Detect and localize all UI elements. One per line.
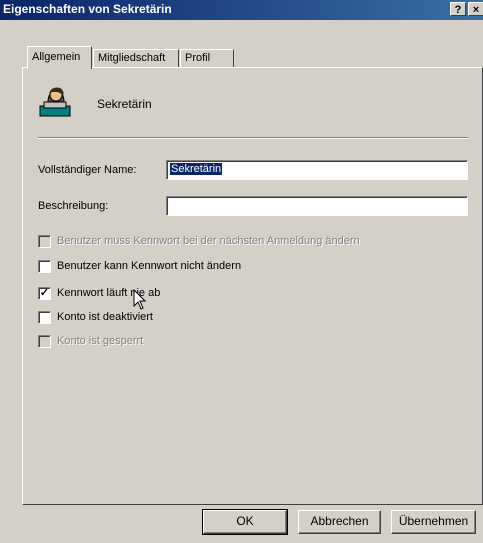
ok-button[interactable]: OK (202, 509, 288, 535)
fullname-value: Sekretärin (170, 163, 223, 175)
checkbox[interactable] (38, 335, 51, 348)
window-title: Eigenschaften von Sekretärin (3, 2, 172, 16)
apply-button[interactable]: Übernehmen (391, 510, 476, 534)
tab-allgemein[interactable]: Allgemein (27, 46, 92, 69)
option-label: Benutzer kann Kennwort nicht ändern (57, 260, 242, 272)
account-name: Sekretärin (97, 97, 152, 111)
checkbox-checked[interactable]: ✓ (38, 287, 51, 300)
close-button[interactable]: × (468, 2, 483, 16)
tab-profil[interactable]: Profil (180, 49, 234, 68)
help-button[interactable]: ? (450, 2, 466, 16)
mouse-pointer-icon (133, 289, 147, 310)
fullname-input[interactable]: Sekretärin (166, 160, 468, 180)
tab-mitgliedschaft[interactable]: Mitgliedschaft (93, 49, 179, 68)
description-label: Beschreibung: (38, 200, 109, 212)
tab-panel (22, 67, 483, 505)
option-label: Konto ist gesperrt (57, 335, 144, 347)
separator (38, 137, 468, 139)
option-label: Konto ist deaktiviert (57, 311, 153, 323)
fullname-label: Vollständiger Name: (38, 164, 137, 176)
checkbox[interactable] (38, 311, 51, 324)
checkbox[interactable] (38, 260, 51, 273)
cancel-button[interactable]: Abbrechen (298, 510, 381, 534)
option-label: Benutzer muss Kennwort bei der nächsten … (57, 235, 360, 247)
checkbox[interactable] (38, 235, 51, 248)
user-icon (39, 87, 71, 117)
description-input[interactable] (166, 196, 468, 216)
title-bar: Eigenschaften von Sekretärin ? × (0, 0, 483, 20)
